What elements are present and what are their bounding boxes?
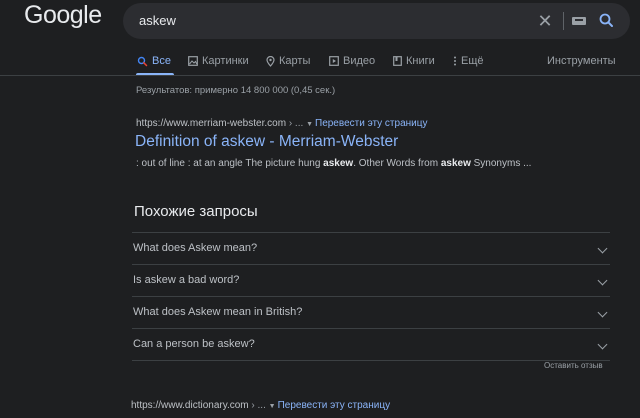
snippet-text: : out of line : at an angle The picture …	[136, 158, 324, 169]
tab-label: Ещё	[461, 55, 484, 67]
tab-all[interactable]: Все	[137, 48, 171, 74]
snippet-text: Synonyms ...	[470, 158, 532, 169]
header-divider	[0, 75, 640, 76]
search-bar: ✕	[123, 3, 630, 39]
tab-label: Книги	[406, 55, 435, 67]
search-tabs: Все Картинки Карты Видео Книги Ещё Инстр…	[0, 48, 640, 76]
search-input[interactable]	[139, 3, 519, 39]
translate-label: Перевести эту страницу	[315, 118, 428, 129]
translate-link[interactable]: ▼ Перевести эту страницу	[306, 118, 427, 129]
related-question[interactable]: Is askew a bad word?	[132, 265, 610, 296]
snippet-highlight: askew	[440, 158, 471, 169]
search-icon	[137, 56, 148, 66]
chevron-down-icon	[597, 307, 608, 318]
result-stats: Результатов: примерно 14 800 000 (0,45 с…	[136, 85, 336, 96]
result-cite: https://www.dictionary.com › ... ▼ Переве…	[131, 400, 390, 411]
tab-label: Видео	[343, 55, 376, 67]
question-text: What does Askew mean in British?	[133, 306, 303, 318]
result-url[interactable]: https://www.merriam-webster.com	[136, 118, 286, 129]
divider	[563, 12, 564, 30]
result-url[interactable]: https://www.dictionary.com	[131, 400, 249, 411]
map-pin-icon	[266, 55, 275, 67]
chevron-down-icon	[597, 275, 608, 286]
search-icon[interactable]	[597, 11, 617, 31]
google-logo[interactable]: Google	[24, 0, 102, 30]
result-cite: https://www.merriam-webster.com › ... ▼ П…	[136, 118, 427, 129]
tab-label: Карты	[279, 55, 311, 67]
result-title-link[interactable]: Definition of askew - Merriam-Webster	[135, 133, 398, 151]
tab-label: Все	[152, 55, 171, 67]
related-searches-heading: Похожие запросы	[134, 203, 258, 220]
question-text: Is askew a bad word?	[133, 274, 240, 286]
keyboard-icon[interactable]	[572, 17, 586, 25]
breadcrumb-dots: › ...	[286, 118, 304, 129]
tab-maps[interactable]: Карты	[266, 48, 310, 74]
tab-video[interactable]: Видео	[329, 48, 375, 74]
feedback-link[interactable]: Оставить отзыв	[544, 361, 603, 370]
tab-books[interactable]: Книги	[393, 48, 435, 74]
clear-icon[interactable]: ✕	[535, 11, 555, 31]
translate-label: Перевести эту страницу	[277, 400, 391, 411]
image-icon	[188, 56, 198, 66]
dropdown-triangle-icon: ▼	[268, 403, 276, 410]
chevron-down-icon	[597, 339, 608, 350]
related-question[interactable]: What does Askew mean in British?	[132, 297, 610, 328]
tab-more[interactable]: Ещё	[453, 48, 484, 74]
related-question[interactable]: Can a person be askew?	[132, 329, 610, 360]
tools-button[interactable]: Инструменты	[547, 48, 616, 74]
related-question[interactable]: What does Askew mean?	[132, 233, 610, 264]
play-icon	[329, 56, 339, 66]
dropdown-triangle-icon: ▼	[306, 121, 313, 128]
book-icon	[393, 56, 402, 66]
chevron-down-icon	[597, 243, 608, 254]
snippet-text: . Other Words from	[353, 158, 441, 169]
divider	[132, 360, 610, 361]
snippet-highlight: askew	[323, 158, 354, 169]
question-text: What does Askew mean?	[133, 242, 258, 254]
result-snippet: : out of line : at an angle The picture …	[136, 158, 531, 169]
tab-images[interactable]: Картинки	[188, 48, 249, 74]
tab-label: Картинки	[202, 55, 249, 67]
translate-link[interactable]: ▼ Перевести эту страницу	[269, 400, 390, 411]
question-text: Can a person be askew?	[133, 338, 255, 350]
more-vert-icon	[454, 56, 456, 66]
breadcrumb-dots: › ...	[248, 400, 266, 411]
